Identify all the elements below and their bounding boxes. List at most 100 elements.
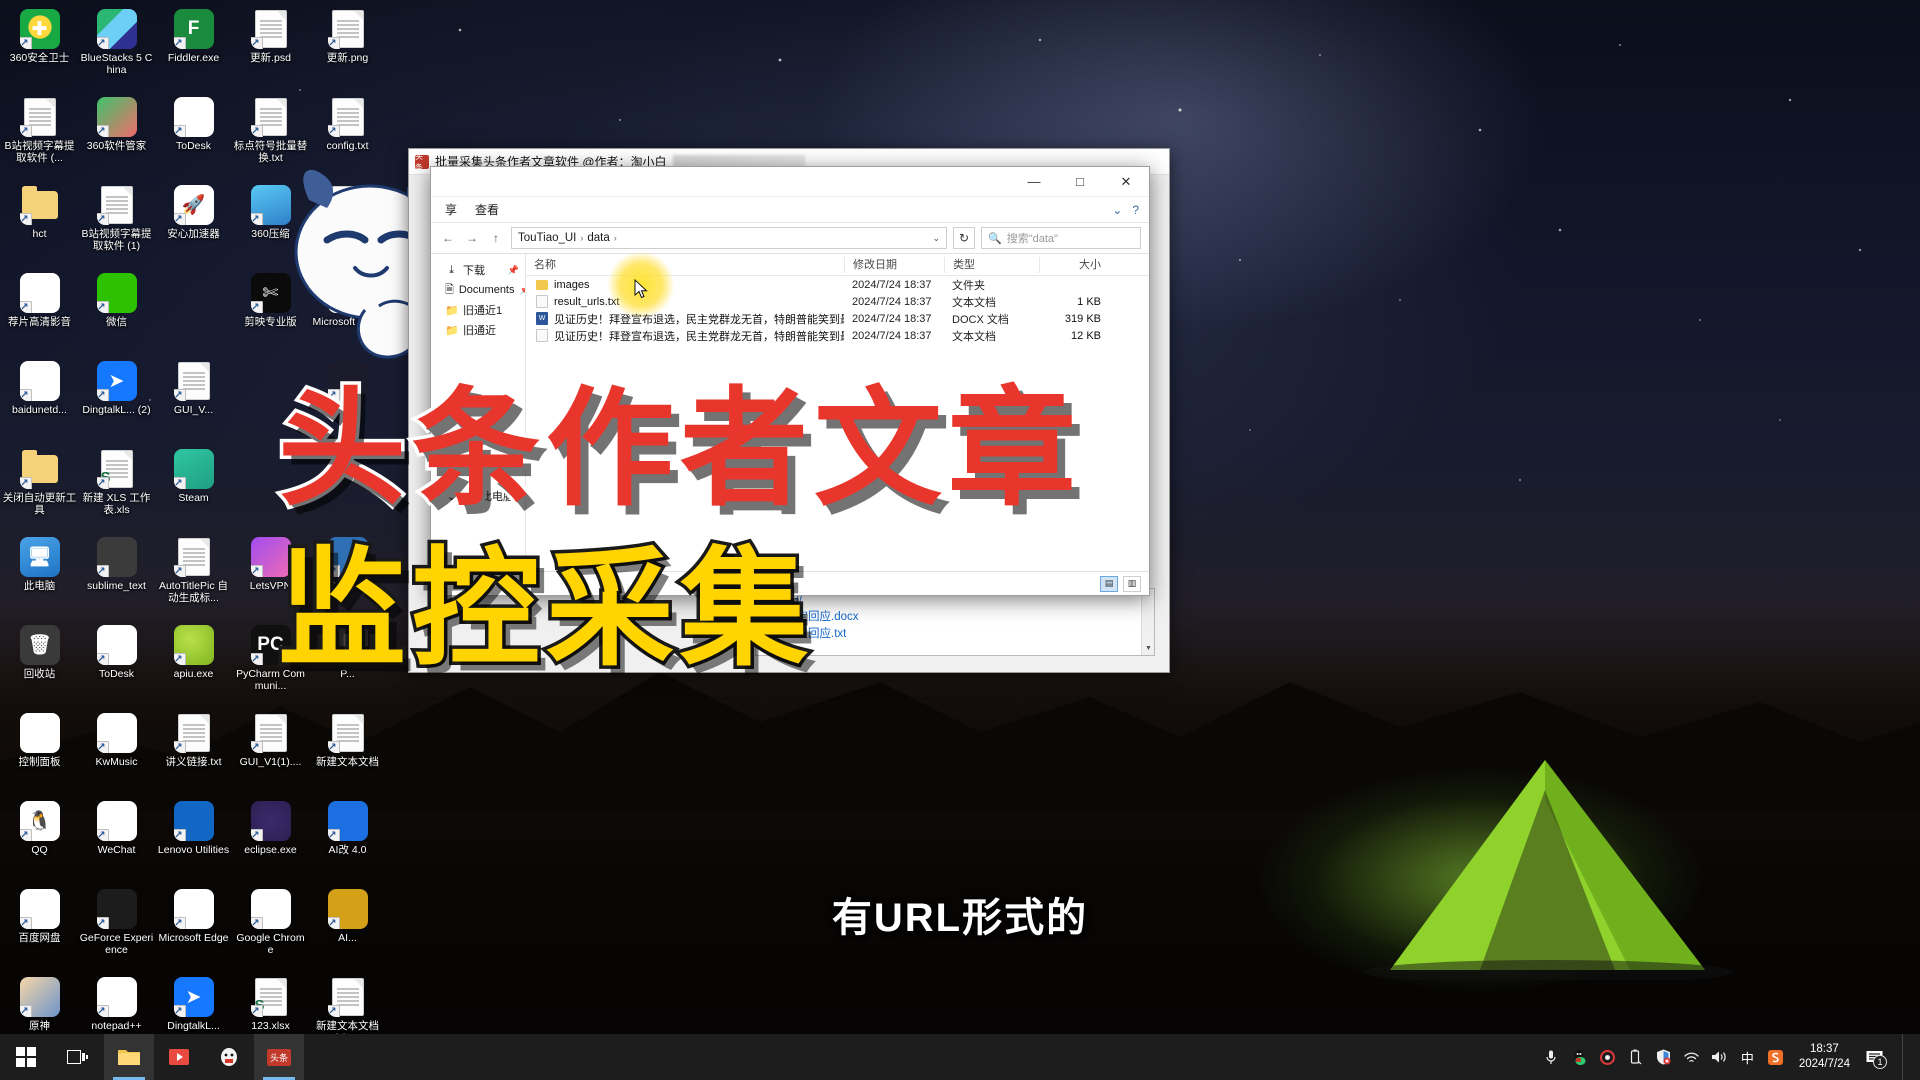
column-header-date[interactable]: 修改日期 [844, 256, 944, 273]
show-desktop-button[interactable] [1902, 1034, 1908, 1080]
desktop-icon[interactable]: ↗ 讲义链接.txt [156, 708, 231, 796]
desktop-icon[interactable]: ↗ AI改 4.0 [310, 796, 385, 884]
wifi-icon[interactable] [1683, 1049, 1700, 1066]
notification-icon[interactable]: 1 [1861, 1037, 1887, 1077]
desktop-icon[interactable]: ↗ 更新.png [310, 4, 385, 92]
security-shield-icon[interactable] [1655, 1049, 1672, 1066]
url-line[interactable]: …出坚定回应.docx [762, 609, 1148, 626]
desktop-icon[interactable]: ↗ 更新.psd [233, 4, 308, 92]
tab-view[interactable]: 查看 [475, 201, 499, 218]
shortcut-arrow-icon: ↗ [173, 829, 186, 841]
desktop-icon[interactable]: ↗ 关闭自动更新工具 [2, 444, 77, 532]
taskbar-clock[interactable]: 18:37 2024/7/24 [1799, 1042, 1850, 1072]
microphone-icon[interactable] [1543, 1049, 1560, 1066]
shortcut-arrow-icon: ↗ [173, 741, 186, 753]
media-app-taskbar-icon[interactable] [154, 1034, 204, 1080]
table-row[interactable]: 见证历史！拜登宣布退选，民主党群龙无首，特朗普能笑到最后吗... 2024/7/2… [526, 327, 1149, 344]
desktop-icon[interactable]: 控制面板 [2, 708, 77, 796]
desktop-icon[interactable]: 🖥 此电脑 [2, 532, 77, 620]
url-result-panel[interactable]: …8793/ …出坚定回应.docx …出坚定回应.txt ▼ [755, 588, 1155, 656]
desktop-icon[interactable]: ↗ apiu.exe [156, 620, 231, 708]
record-icon[interactable] [1599, 1049, 1616, 1066]
url-line[interactable]: …出坚定回应.txt [762, 626, 1148, 643]
chevron-down-icon[interactable]: ⌄ [1112, 203, 1122, 217]
task-view-icon[interactable] [52, 1034, 104, 1080]
desktop-icon[interactable]: ↗ Steam [156, 444, 231, 532]
desktop-icon-label: Lenovo Utilities [157, 844, 230, 856]
usb-eject-icon[interactable] [1627, 1049, 1644, 1066]
desktop-icon[interactable]: ↗ baidunetd... [2, 356, 77, 444]
desktop-icon[interactable]: F ↗ Fiddler.exe [156, 4, 231, 92]
desktop-icon[interactable]: ✚ ↗ 360安全卫士 [2, 4, 77, 92]
file-name-cell[interactable]: 见证历史！拜登宣布退选，民主党群龙无首，特朗普能笑到最后吗... [526, 328, 844, 344]
toutiao-taskbar-label: 头条 [266, 1048, 291, 1066]
volume-icon[interactable] [1711, 1049, 1728, 1066]
desktop-icon[interactable]: S↗ 新建 XLS 工作表.xls [79, 444, 154, 532]
search-input[interactable]: 🔍 搜索"data" [981, 227, 1141, 249]
close-button[interactable]: ✕ [1103, 167, 1149, 197]
address-breadcrumb[interactable]: TouTiao_UI › data › ⌄ [511, 227, 947, 249]
details-view-button[interactable]: ▤ [1100, 575, 1118, 592]
maximize-button[interactable]: □ [1057, 167, 1103, 197]
help-icon[interactable]: ? [1132, 203, 1139, 217]
refresh-button[interactable]: ↻ [953, 227, 975, 249]
desktop-icon[interactable]: ↗ B站视频字幕提取软件 (1) [79, 180, 154, 268]
desktop-icon[interactable]: 🚀 ↗ 安心加速器 [156, 180, 231, 268]
desktop-icon[interactable]: 🐧 ↗ QQ [2, 796, 77, 884]
url-panel-scrollbar[interactable]: ▼ [1141, 589, 1154, 655]
start-icon[interactable] [0, 1034, 52, 1080]
column-header-type[interactable]: 类型 [944, 256, 1039, 273]
desktop-icon[interactable]: ↗ ToDesk [79, 620, 154, 708]
tab-share[interactable]: 享 [445, 201, 457, 218]
desktop-icon[interactable]: 🗑 回收站 [2, 620, 77, 708]
forward-button[interactable]: → [463, 228, 481, 248]
desktop-icon[interactable]: ↗ eclipse.exe [233, 796, 308, 884]
large-icons-view-button[interactable]: ▥ [1123, 575, 1141, 592]
desktop-icon[interactable]: ↗ hct [2, 180, 77, 268]
nav-item-folder-2[interactable]: 📁 旧通近 [431, 320, 525, 340]
toutiao-app-taskbar-icon[interactable]: 头条 [254, 1034, 304, 1080]
desktop-icon[interactable]: ↗ 新建文本文档 [310, 708, 385, 796]
desktop-icon[interactable]: ↗ ToDesk [156, 92, 231, 180]
breadcrumb-item-data[interactable]: data [587, 232, 609, 244]
shortcut-arrow-icon: ↗ [250, 213, 263, 225]
file-name-cell[interactable]: images [526, 279, 844, 291]
desktop-icon[interactable]: ↗ 360软件管家 [79, 92, 154, 180]
dingtalk-icon: ➤ ↗ [173, 977, 214, 1017]
desktop-icon[interactable]: ↗ AutoTitlePic 自动生成标... [156, 532, 231, 620]
desktop-icon[interactable]: ↗ GUI_V1(1).... [233, 708, 308, 796]
file-name-cell[interactable]: result_urls.txt [526, 295, 844, 308]
nav-item-documents[interactable]: 🗎 Documents 📌 [431, 280, 525, 300]
address-dropdown-icon[interactable]: ⌄ [932, 233, 940, 244]
desktop-icon[interactable]: ➤ ↗ DingtalkL... (2) [79, 356, 154, 444]
desktop-icon[interactable]: ↗ B站视频字幕提取软件 (... [2, 92, 77, 180]
desktop-icon[interactable]: ↗ sublime_text [79, 532, 154, 620]
penguin-icon[interactable] [1571, 1049, 1588, 1066]
desktop-icon[interactable]: K ↗ KwMusic [79, 708, 154, 796]
desktop-icon[interactable]: ↗ BlueStacks 5 China [79, 4, 154, 92]
column-header-size[interactable]: 大小 [1039, 256, 1111, 273]
table-row[interactable]: W 见证历史！拜登宣布退选，民主党群龙无首，特朗普能笑到最后吗... 2024/7/… [526, 310, 1149, 327]
archive-icon: ↗ [173, 537, 214, 577]
nav-item-downloads[interactable]: ⤓ 下载 📌 [431, 260, 525, 280]
qq-taskbar-icon[interactable] [204, 1034, 254, 1080]
nav-item-folder-1[interactable]: 📁 旧通近1 [431, 300, 525, 320]
minimize-button[interactable]: — [1011, 167, 1057, 197]
breadcrumb-item-toutiao-ui[interactable]: TouTiao_UI [518, 232, 576, 244]
back-button[interactable]: ← [439, 228, 457, 248]
desktop-icon[interactable]: P ↗ 荐片高清影音 [2, 268, 77, 356]
file-explorer-taskbar-icon[interactable] [104, 1034, 154, 1080]
desktop-icon[interactable]: ↗ Lenovo Utilities [156, 796, 231, 884]
column-header-name[interactable]: 名称 [526, 257, 844, 273]
up-button[interactable]: ↑ [487, 228, 505, 248]
desktop-icon-label: 此电脑 [23, 580, 56, 592]
ime-chinese-icon[interactable]: 中 [1739, 1049, 1756, 1066]
desktop-icon[interactable]: ↗ WeChat [79, 796, 154, 884]
desktop-icon[interactable]: ↗ GUI_V... [156, 356, 231, 444]
desktop-icon[interactable]: ↗ 微信 [79, 268, 154, 356]
scroll-down-arrow[interactable]: ▼ [1142, 642, 1154, 655]
file-name-cell[interactable]: W 见证历史！拜登宣布退选，民主党群龙无首，特朗普能笑到最后吗... [526, 311, 844, 327]
sogou-input-icon[interactable] [1767, 1049, 1784, 1066]
shortcut-arrow-icon: ↗ [96, 1005, 109, 1017]
desktop-icon-label: AutoTitlePic 自动生成标... [158, 580, 229, 604]
